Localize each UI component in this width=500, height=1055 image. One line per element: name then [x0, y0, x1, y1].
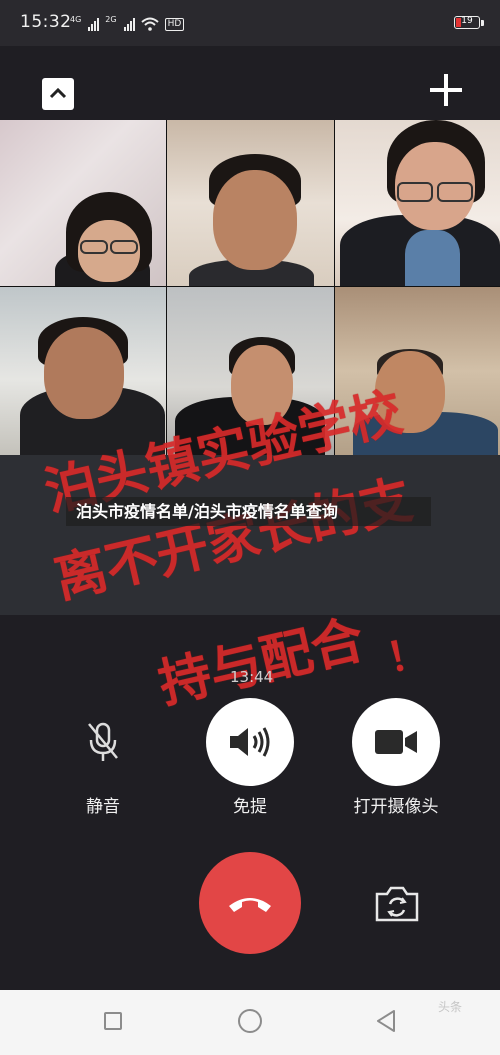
- camera-label: 打开摄像头: [353, 797, 439, 817]
- battery-percentage: 19: [461, 16, 473, 26]
- signal-bars-icon: [123, 17, 135, 31]
- video-camera-icon: [375, 730, 417, 754]
- hangup-phone-icon: [229, 898, 271, 912]
- mute-button[interactable]: [59, 698, 147, 786]
- status-bar: 15:32 4G 2G HD 19: [0, 0, 500, 46]
- participant-video-tile[interactable]: [335, 120, 500, 286]
- signal-indicators: 4G 2G HD: [70, 15, 185, 31]
- call-timer: 13:44: [230, 668, 274, 686]
- speaker-icon: [230, 727, 270, 757]
- participant-video-tile[interactable]: [0, 120, 166, 286]
- speaker-button[interactable]: [206, 698, 294, 786]
- sim2-network-label: 2G: [105, 15, 117, 24]
- mute-label: 静音: [86, 797, 120, 817]
- recents-square-icon[interactable]: [104, 1012, 122, 1030]
- chevron-up-icon: [49, 87, 67, 99]
- back-triangle-icon[interactable]: [375, 1009, 397, 1033]
- participant-video-tile[interactable]: [167, 120, 334, 286]
- stamp-line-3: 持与配合: [153, 609, 370, 716]
- hd-badge: HD: [164, 18, 185, 31]
- microphone-off-icon: [88, 722, 118, 761]
- participant-video-tile[interactable]: [0, 287, 166, 455]
- battery-tip: [481, 20, 484, 26]
- watermark-text: 头条: [438, 1000, 463, 1014]
- battery-icon: 19: [454, 16, 480, 29]
- stamp-line-4: ！: [382, 628, 433, 683]
- collapse-call-button[interactable]: [42, 78, 74, 110]
- video-grid: [0, 120, 500, 455]
- switch-camera-icon[interactable]: [373, 884, 421, 924]
- camera-button[interactable]: [352, 698, 440, 786]
- signal-bars-icon: [88, 17, 100, 31]
- sim1-network-label: 4G: [70, 15, 82, 24]
- speaker-label: 免提: [233, 797, 267, 817]
- wifi-icon: [140, 17, 159, 31]
- hangup-button[interactable]: [199, 852, 301, 954]
- status-time: 15:32: [20, 12, 72, 32]
- home-circle-icon[interactable]: [238, 1009, 262, 1033]
- article-headline: 泊头市疫情名单/泊头市疫情名单查询: [66, 497, 431, 526]
- add-participant-button[interactable]: [428, 72, 464, 108]
